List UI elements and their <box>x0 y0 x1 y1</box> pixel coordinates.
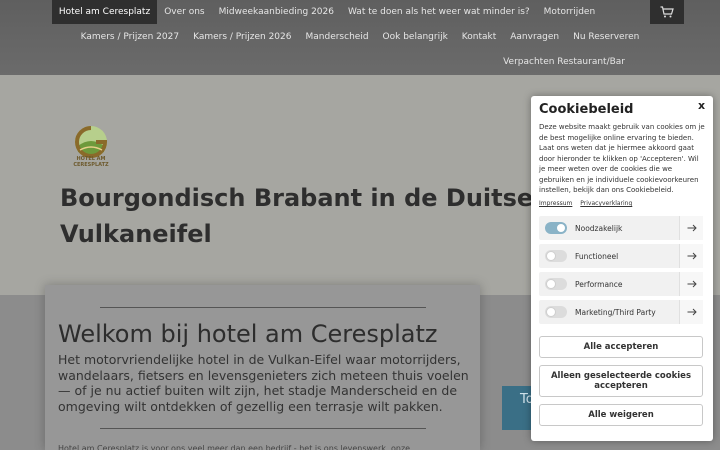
link-impressum[interactable]: Impressum <box>539 200 572 207</box>
welcome-subheading: Het motorvriendelijke hotel in de Vulkan… <box>58 352 469 414</box>
accept-all-button[interactable]: Alle accepteren <box>539 336 703 358</box>
arrow-right-icon <box>687 224 697 232</box>
nav-item-ook-belangrijk[interactable]: Ook belangrijk <box>376 25 455 49</box>
expand-noodzakelijk-button[interactable] <box>679 216 703 240</box>
arrow-right-icon <box>687 280 697 288</box>
category-label: Marketing/Third Party <box>575 307 656 317</box>
cookie-title: Cookiebeleid <box>539 102 634 117</box>
cookie-links: Impressum Privacyverklaring <box>539 200 638 207</box>
welcome-heading: Welkom bij hotel am Ceresplatz <box>58 320 438 348</box>
nav-item-reserveren[interactable]: Nu Reserveren <box>566 25 646 49</box>
nav-row-3: Verpachten Restaurant/Bar <box>0 50 720 74</box>
accept-selected-button[interactable]: Alleen geselecteerde cookies accepteren <box>539 365 703 397</box>
nav-item-kamers-2027[interactable]: Kamers / Prijzen 2027 <box>74 25 186 49</box>
category-noodzakelijk: Noodzakelijk <box>539 216 703 240</box>
hero-title: Bourgondisch Brabant in de Duitse Vulkan… <box>60 184 534 248</box>
nav-item-aanvragen[interactable]: Aanvragen <box>503 25 566 49</box>
link-privacy[interactable]: Privacyverklaring <box>580 200 632 207</box>
top-navigation: Hotel am Ceresplatz Over ons Midweekaanb… <box>0 0 720 75</box>
toggle-functioneel[interactable] <box>545 250 567 262</box>
divider-top <box>100 307 426 308</box>
category-label: Noodzakelijk <box>575 223 623 233</box>
category-functioneel: Functioneel <box>539 244 703 268</box>
nav-item-kontakt[interactable]: Kontakt <box>455 25 503 49</box>
nav-item-hotel[interactable]: Hotel am Ceresplatz <box>51 0 158 24</box>
expand-marketing-button[interactable] <box>679 300 703 324</box>
nav-item-midweek[interactable]: Midweekaanbieding 2026 <box>212 0 341 24</box>
toggle-performance[interactable] <box>545 278 567 290</box>
expand-performance-button[interactable] <box>679 272 703 296</box>
toggle-marketing[interactable] <box>545 306 567 318</box>
arrow-right-icon <box>687 252 697 260</box>
category-performance: Performance <box>539 272 703 296</box>
expand-functioneel-button[interactable] <box>679 244 703 268</box>
cart-button[interactable] <box>650 0 684 24</box>
nav-item-over-ons[interactable]: Over ons <box>157 0 211 24</box>
nav-row-1: Hotel am Ceresplatz Over ons Midweekaanb… <box>0 0 720 24</box>
cookie-panel: Cookiebeleid x Deze website maakt gebrui… <box>531 96 713 441</box>
arrow-right-icon <box>687 308 697 316</box>
close-button[interactable]: x <box>698 99 705 112</box>
nav-item-motorrijden[interactable]: Motorrijden <box>537 0 603 24</box>
nav-item-weer[interactable]: Wat te doen als het weer wat minder is? <box>341 0 537 24</box>
category-marketing: Marketing/Third Party <box>539 300 703 324</box>
divider-bottom <box>100 428 426 429</box>
nav-item-kamers-2026[interactable]: Kamers / Prijzen 2026 <box>186 25 298 49</box>
nav-row-2: Kamers / Prijzen 2027 Kamers / Prijzen 2… <box>0 25 720 49</box>
nav-item-manderscheid[interactable]: Manderscheid <box>299 25 376 49</box>
logo-text: HOTEL AM CERESPLATZ <box>73 156 109 168</box>
cookie-description: Deze website maakt gebruik van cookies o… <box>539 123 705 194</box>
toggle-noodzakelijk[interactable] <box>545 222 567 234</box>
reject-all-button[interactable]: Alle weigeren <box>539 404 703 426</box>
category-label: Performance <box>575 279 623 289</box>
category-label: Functioneel <box>575 251 619 261</box>
cart-icon <box>660 6 674 18</box>
nav-item-verpachten[interactable]: Verpachten Restaurant/Bar <box>496 50 632 74</box>
body-text: Hotel am Ceresplatz is voor ons veel mee… <box>58 444 411 450</box>
